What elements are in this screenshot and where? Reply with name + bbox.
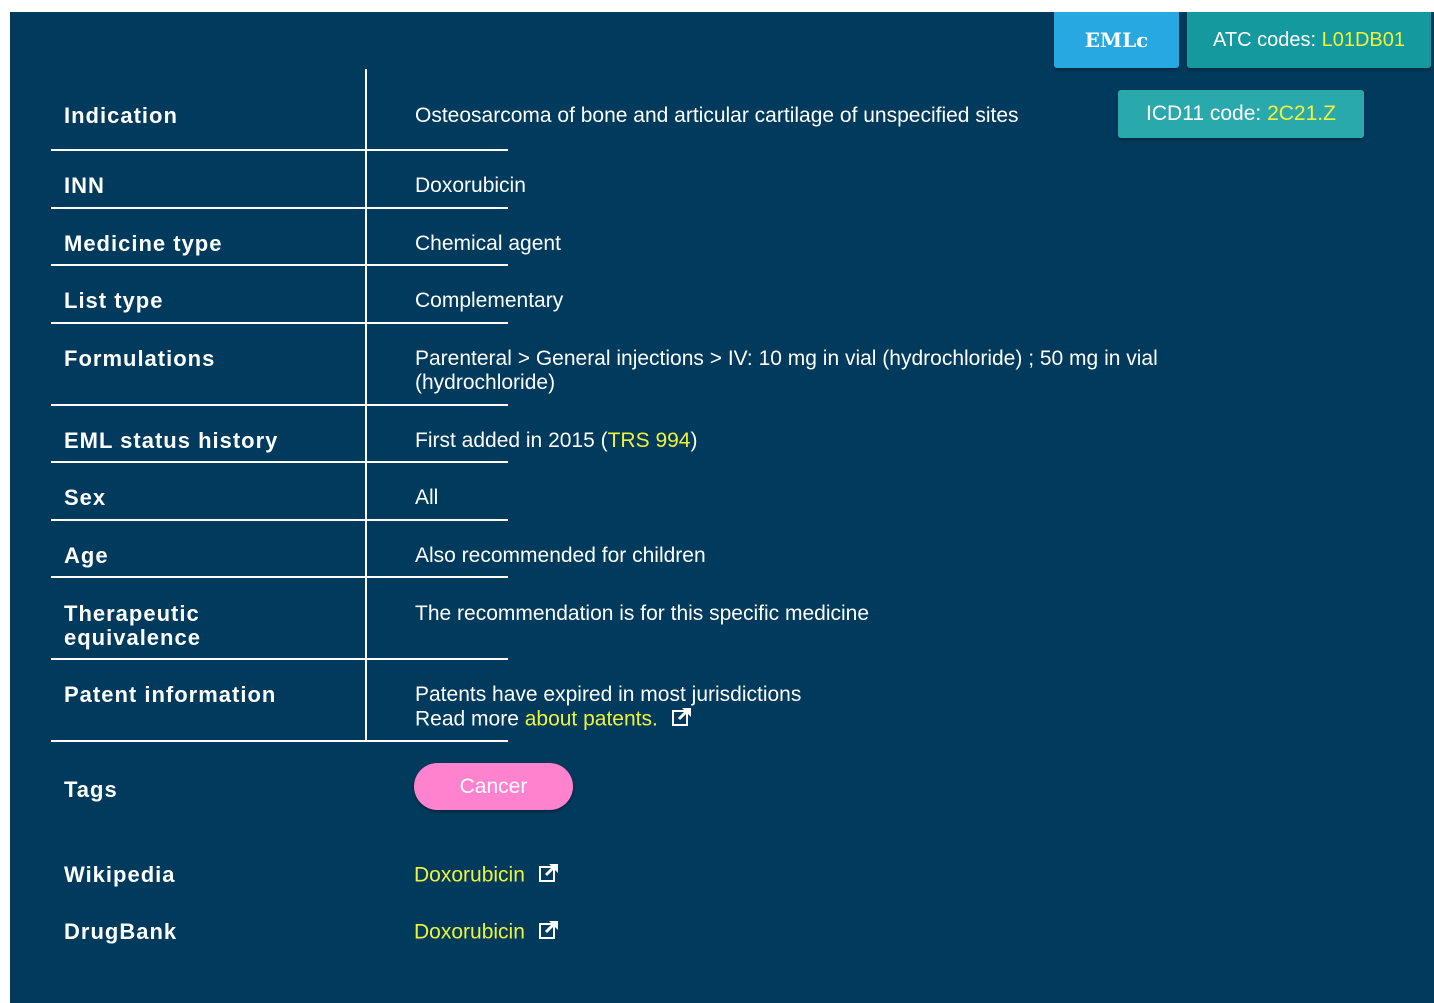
medicine-detail-panel: EMLc ATC codes: L01DB01 Indication Osteo…	[10, 12, 1434, 1003]
eml-badge: EMLc	[1054, 12, 1179, 68]
atc-code-link[interactable]: L01DB01	[1322, 29, 1405, 52]
sex-label: Sex	[64, 485, 107, 510]
drugbank-link[interactable]: Doxorubicin	[414, 921, 525, 944]
therapeutic-value: The recommendation is for this specific …	[415, 602, 870, 625]
patent-read-more: Read more	[415, 707, 525, 731]
row-divider	[51, 207, 508, 209]
eml-status-prefix: First added in 2015 (	[415, 429, 608, 452]
row-divider	[51, 322, 508, 324]
sex-value: All	[415, 486, 439, 509]
wikipedia-label: Wikipedia	[64, 862, 176, 887]
list-type-label: List type	[64, 288, 164, 313]
tags-label: Tags	[64, 777, 118, 802]
patent-line2: Read more about patents.	[415, 707, 801, 733]
eml-status-label: EML status history	[64, 428, 279, 453]
icd-badge: ICD11 code: 2C21.Z	[1118, 90, 1364, 138]
drugbank-value: Doxorubicin	[414, 920, 559, 946]
age-label: Age	[64, 543, 109, 568]
row-divider	[51, 519, 508, 521]
formulations-value: Parenteral > General injections > IV: 10…	[415, 347, 1158, 394]
external-link-icon[interactable]	[538, 863, 559, 889]
trs-link[interactable]: TRS 994	[608, 429, 691, 452]
row-divider	[51, 740, 508, 742]
row-divider	[51, 404, 508, 406]
tag-cancer[interactable]: Cancer	[414, 763, 573, 810]
inn-value: Doxorubicin	[415, 174, 526, 197]
row-divider	[51, 461, 508, 463]
age-value: Also recommended for children	[415, 544, 706, 567]
external-link-icon[interactable]	[538, 920, 559, 946]
row-divider	[51, 658, 508, 660]
medicine-type-value: Chemical agent	[415, 232, 561, 255]
patent-line1: Patents have expired in most jurisdictio…	[415, 683, 802, 706]
drugbank-label: DrugBank	[64, 919, 178, 944]
row-divider	[51, 264, 508, 266]
icd-code-link[interactable]: 2C21.Z	[1267, 102, 1336, 126]
top-badges: EMLc ATC codes: L01DB01	[1054, 12, 1431, 68]
eml-status-value: First added in 2015 (TRS 994)	[415, 429, 697, 453]
row-divider	[51, 149, 508, 151]
indication-label: Indication	[64, 103, 178, 128]
icd-prefix: ICD11 code:	[1146, 102, 1268, 125]
inn-label: INN	[64, 173, 105, 198]
eml-status-suffix: )	[690, 429, 698, 452]
indication-value: Osteosarcoma of bone and articular carti…	[415, 104, 1019, 127]
row-divider	[51, 576, 508, 578]
wikipedia-value: Doxorubicin	[414, 863, 559, 889]
atc-prefix: ATC codes:	[1213, 28, 1322, 51]
patent-value: Patents have expired in most jurisdictio…	[415, 683, 801, 733]
about-patents-link[interactable]: about patents.	[525, 708, 658, 731]
patent-label: Patent information	[64, 682, 277, 707]
external-link-icon[interactable]	[671, 707, 692, 733]
atc-badge: ATC codes: L01DB01	[1187, 12, 1431, 68]
medicine-type-label: Medicine type	[64, 231, 223, 256]
list-type-value: Complementary	[415, 289, 564, 312]
formulations-label: Formulations	[64, 346, 216, 371]
therapeutic-label: Therapeutic equivalence	[64, 601, 201, 650]
wikipedia-link[interactable]: Doxorubicin	[414, 864, 525, 887]
